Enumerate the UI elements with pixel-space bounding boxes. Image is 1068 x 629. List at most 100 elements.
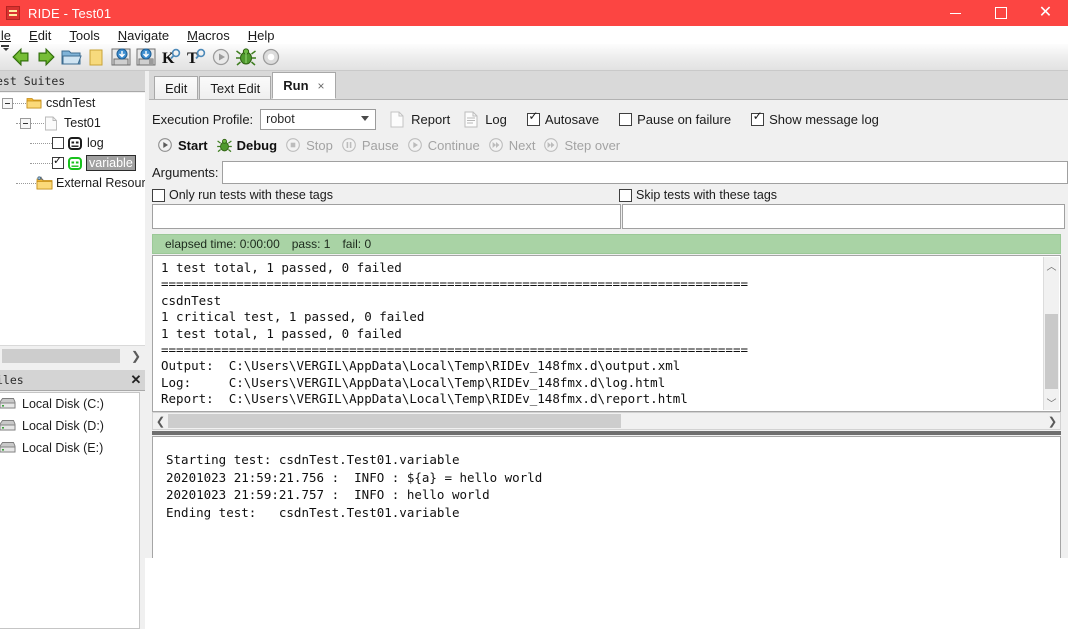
tree-item-label: variable: [86, 155, 136, 171]
forward-arrow-icon[interactable]: [34, 45, 58, 69]
maximize-button[interactable]: [978, 0, 1023, 26]
menu-macros-label: acros: [197, 27, 230, 43]
play-icon: [157, 137, 174, 154]
next-button: Next: [488, 137, 535, 154]
list-item[interactable]: Local Disk (D:): [0, 415, 139, 437]
message-log-splitter[interactable]: [152, 431, 1061, 435]
search-tests-icon[interactable]: T: [184, 45, 208, 69]
pause-on-failure-checkbox-row[interactable]: Pause on failure: [619, 112, 731, 127]
autosave-checkbox[interactable]: [526, 110, 540, 126]
tab-label: Text Edit: [210, 80, 261, 96]
console-output-panel[interactable]: 1 test total, 1 passed, 0 failed =======…: [152, 255, 1061, 412]
new-folder-icon[interactable]: [84, 45, 108, 69]
left-sidebar: est Suites csdnTest Test01 log ✓ variabl…: [0, 71, 145, 629]
show-message-log-checkbox-row[interactable]: Show message log: [751, 110, 879, 127]
tag-inputs-row: [149, 204, 1068, 230]
tab-label: Run: [283, 78, 309, 93]
chevron-right-icon[interactable]: ❯: [127, 349, 145, 363]
tree-item-log[interactable]: log: [0, 133, 145, 153]
skip-tags-row[interactable]: Skip tests with these tags: [619, 188, 777, 202]
save-icon[interactable]: [109, 45, 133, 69]
autosave-checkbox-row[interactable]: Autosave: [526, 110, 599, 127]
chevron-up-icon[interactable]: ︿: [1044, 257, 1059, 273]
minimize-button[interactable]: [933, 0, 978, 26]
tree-checkbox-log[interactable]: [52, 137, 64, 149]
console-output-text: 1 test total, 1 passed, 0 failed =======…: [161, 260, 748, 407]
tab-close-icon[interactable]: ×: [318, 79, 325, 93]
console-horizontal-scrollbar[interactable]: ❮ ❯: [152, 412, 1061, 430]
test-suites-tree[interactable]: csdnTest Test01 log ✓ variable External …: [0, 93, 145, 345]
save-all-icon[interactable]: [134, 45, 158, 69]
close-button[interactable]: ✕: [1023, 0, 1068, 26]
stop-icon[interactable]: [259, 45, 283, 69]
scrollbar-thumb[interactable]: [1045, 314, 1058, 389]
debug-button-label: Debug: [236, 137, 278, 153]
tree-line: [30, 162, 52, 164]
run-icon[interactable]: [209, 45, 233, 69]
chevron-down-icon: [361, 115, 370, 121]
test-suites-title: est Suites: [0, 74, 66, 88]
window-title: RIDE - Test01: [28, 5, 112, 21]
list-item-label: Local Disk (D:): [22, 419, 104, 433]
start-button[interactable]: Start: [157, 137, 208, 154]
open-folder-icon[interactable]: [59, 45, 83, 69]
tab-text-edit[interactable]: Text Edit: [199, 76, 272, 99]
step-over-icon: [543, 137, 560, 154]
scrollbar-thumb[interactable]: [2, 348, 120, 363]
chevron-left-icon[interactable]: ❮: [153, 415, 168, 428]
only-run-tags-row[interactable]: Only run tests with these tags: [149, 188, 619, 202]
debug-bug-icon[interactable]: [234, 45, 258, 69]
log-button[interactable]: Log: [464, 111, 507, 128]
pause-button-label: Pause: [361, 137, 399, 153]
skip-tags-input[interactable]: [622, 204, 1065, 229]
report-button-label: Report: [411, 111, 451, 127]
debug-button[interactable]: Debug: [216, 137, 277, 154]
disk-icon: [0, 441, 18, 455]
tree-item-label: csdnTest: [46, 96, 96, 110]
back-arrow-icon[interactable]: [9, 45, 33, 69]
tree-checkbox-variable[interactable]: [52, 155, 64, 169]
stop-button: Stop: [285, 137, 333, 154]
files-panel-close-icon[interactable]: ✕: [127, 372, 145, 388]
toolbar-grip-icon[interactable]: [0, 44, 9, 71]
expander-icon[interactable]: [2, 97, 13, 109]
tree-item-variable[interactable]: variable: [0, 153, 145, 173]
show-message-log-checkbox[interactable]: [751, 110, 765, 126]
tree-item-test01[interactable]: Test01: [0, 113, 145, 133]
search-keyword-icon[interactable]: K: [159, 45, 183, 69]
tree-horizontal-scrollbar[interactable]: ❯: [0, 345, 145, 365]
menu-file-label: ile: [0, 27, 12, 43]
expander-icon[interactable]: [20, 117, 31, 129]
list-item[interactable]: Local Disk (E:): [0, 437, 139, 459]
chevron-down-icon[interactable]: ﹀: [1044, 394, 1059, 410]
report-button[interactable]: Report: [390, 111, 450, 128]
scrollbar-thumb[interactable]: [168, 414, 621, 428]
tree-item-external-resources[interactable]: External Resources: [0, 173, 145, 193]
only-run-tags-input[interactable]: [152, 204, 621, 229]
chevron-right-icon[interactable]: ❯: [1045, 415, 1060, 428]
continue-button-label: Continue: [427, 137, 480, 153]
tree-item-csdntest[interactable]: csdnTest: [0, 93, 145, 113]
menu-help[interactable]: Help: [239, 28, 284, 43]
menu-file[interactable]: ile: [0, 28, 20, 43]
arguments-input[interactable]: [222, 160, 1068, 184]
skip-tags-checkbox[interactable]: [619, 188, 632, 202]
tab-run[interactable]: Run ×: [272, 72, 336, 99]
menu-edit[interactable]: Edit: [20, 28, 60, 43]
menu-navigate[interactable]: Navigate: [109, 28, 178, 43]
only-run-tags-checkbox[interactable]: [152, 188, 165, 202]
disk-icon: [0, 419, 18, 433]
tag-filters-row: Only run tests with these tags Skip test…: [149, 186, 1068, 204]
menu-tools[interactable]: Tools: [60, 28, 108, 43]
arguments-label: Arguments:: [152, 164, 219, 180]
file-icon: [44, 116, 60, 131]
report-file-icon: [390, 111, 406, 128]
pause-on-failure-checkbox[interactable]: [619, 112, 633, 126]
message-log-panel[interactable]: Starting test: csdnTest.Test01.variable …: [152, 436, 1061, 558]
execution-profile-select[interactable]: robot: [260, 108, 377, 130]
console-vertical-scrollbar[interactable]: ︿ ﹀: [1043, 257, 1059, 410]
menu-macros[interactable]: Macros: [178, 28, 239, 43]
list-item[interactable]: Local Disk (C:): [0, 393, 139, 415]
tab-edit[interactable]: Edit: [154, 76, 199, 99]
files-list[interactable]: Local Disk (C:) Local Disk (D:) Local Di…: [0, 392, 140, 629]
